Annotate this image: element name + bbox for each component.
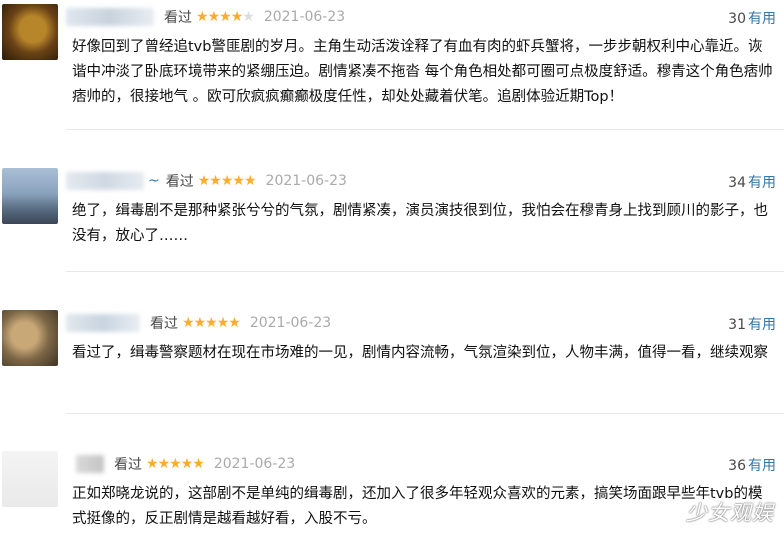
star-filled-icon: ★ bbox=[146, 456, 159, 472]
comment-date: 2021-06-23 bbox=[213, 456, 296, 472]
star-filled-icon: ★ bbox=[209, 173, 222, 189]
watched-label: 看过 bbox=[164, 10, 192, 26]
star-filled-icon: ★ bbox=[192, 456, 205, 472]
username[interactable] bbox=[66, 314, 140, 332]
comment-text: 看过了，缉毒警察题材在现在市场难的一见，剧情内容流畅，气氛渲染到位，人物丰满，值… bbox=[72, 345, 768, 361]
divider bbox=[66, 271, 784, 272]
star-filled-icon: ★ bbox=[182, 315, 195, 331]
vote-useful[interactable]: 34 有用 bbox=[728, 172, 776, 192]
vote-count: 31 bbox=[728, 317, 746, 333]
vote-useful[interactable]: 30 有用 bbox=[728, 8, 776, 28]
star-filled-icon: ★ bbox=[205, 315, 218, 331]
star-filled-icon: ★ bbox=[243, 173, 257, 189]
star-filled-icon: ★ bbox=[230, 9, 244, 25]
star-filled-icon: ★ bbox=[180, 456, 194, 472]
star-filled-icon: ★ bbox=[219, 9, 232, 25]
vote-count: 30 bbox=[728, 11, 746, 27]
watermark: 少女观娱 bbox=[686, 501, 774, 525]
star-filled-icon: ★ bbox=[228, 315, 241, 331]
useful-button[interactable]: 有用 bbox=[748, 175, 776, 191]
comment-meta: 看过 ★★★★★ 2021-06-23 bbox=[66, 313, 331, 333]
divider bbox=[66, 129, 784, 130]
star-filled-icon: ★ bbox=[197, 173, 211, 189]
avatar[interactable] bbox=[2, 451, 58, 507]
divider bbox=[66, 413, 784, 414]
useful-button[interactable]: 有用 bbox=[748, 11, 776, 27]
watched-label: 看过 bbox=[114, 457, 142, 473]
comment-text: 正如郑晓龙说的，这部剧不是单纯的缉毒剧，还加入了很多年轻观众喜欢的元素，搞笑场面… bbox=[72, 486, 763, 527]
vote-count: 36 bbox=[728, 458, 746, 474]
star-filled-icon: ★ bbox=[157, 456, 171, 472]
vote-useful[interactable]: 31 有用 bbox=[728, 314, 776, 334]
star-filled-icon: ★ bbox=[193, 315, 207, 331]
vote-count: 34 bbox=[728, 175, 746, 191]
star-empty-icon: ★ bbox=[242, 9, 255, 25]
star-filled-icon: ★ bbox=[216, 315, 230, 331]
rating-stars: ★★★★★ bbox=[196, 9, 255, 25]
star-filled-icon: ★ bbox=[232, 173, 245, 189]
comment-text: 好像回到了曾经追tvb警匪剧的岁月。主角生动活泼诠释了有血有肉的虾兵蟹将，一步步… bbox=[72, 39, 773, 105]
username-tail[interactable]: ~ bbox=[148, 173, 160, 189]
rating-stars: ★★★★★ bbox=[146, 456, 205, 472]
username[interactable] bbox=[66, 172, 144, 190]
avatar[interactable] bbox=[2, 4, 58, 60]
star-filled-icon: ★ bbox=[169, 456, 182, 472]
useful-button[interactable]: 有用 bbox=[748, 317, 776, 333]
avatar[interactable] bbox=[2, 310, 58, 366]
rating-stars: ★★★★★ bbox=[197, 173, 257, 189]
comment-text: 绝了，缉毒剧不是那种紧张兮兮的气氛，剧情紧凑，演员演技很到位，我怕会在穆青身上找… bbox=[72, 203, 768, 244]
comment-date: 2021-06-23 bbox=[265, 173, 347, 189]
comment-date: 2021-06-23 bbox=[263, 9, 346, 25]
rating-stars: ★★★★★ bbox=[182, 315, 241, 331]
comment-meta: 看过 ★★★★★ 2021-06-23 bbox=[66, 7, 345, 27]
useful-button[interactable]: 有用 bbox=[748, 458, 776, 474]
watched-label: 看过 bbox=[150, 316, 178, 332]
vote-useful[interactable]: 36 有用 bbox=[728, 455, 776, 475]
comment-date: 2021-06-23 bbox=[249, 315, 332, 331]
star-filled-icon: ★ bbox=[196, 9, 209, 25]
comment-meta: ~ 看过 ★★★★★ 2021-06-23 bbox=[66, 171, 347, 191]
username[interactable] bbox=[76, 455, 104, 473]
watched-label: 看过 bbox=[165, 174, 194, 190]
star-filled-icon: ★ bbox=[207, 9, 221, 25]
comment-meta: 看过 ★★★★★ 2021-06-23 bbox=[76, 454, 295, 474]
avatar[interactable] bbox=[2, 168, 58, 224]
star-filled-icon: ★ bbox=[220, 173, 234, 189]
username[interactable] bbox=[66, 8, 154, 26]
